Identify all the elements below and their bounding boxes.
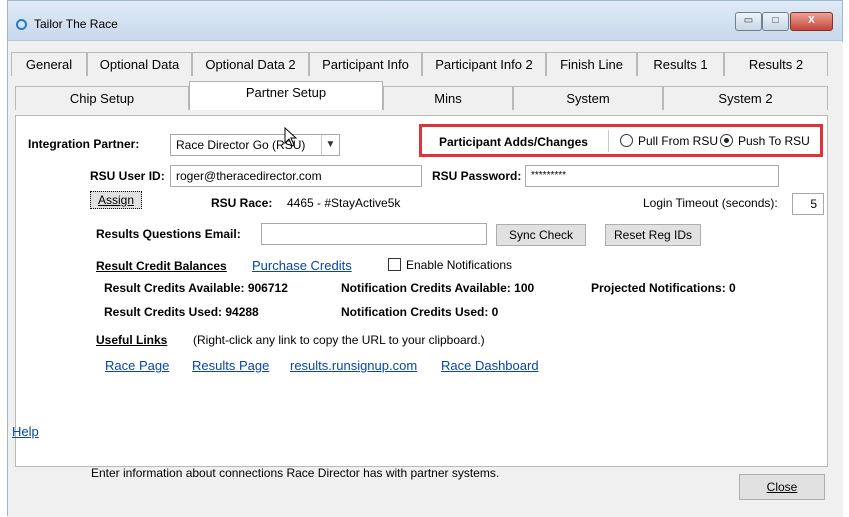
app-window: Tailor The Race ▭ □ X General Optional D… (7, 0, 843, 517)
tab-general[interactable]: General (11, 52, 87, 76)
tab-optional-data-2[interactable]: Optional Data 2 (192, 52, 309, 76)
pull-from-rsu-radio[interactable] (620, 134, 633, 147)
race-dashboard-link[interactable]: Race Dashboard (441, 358, 539, 373)
results-questions-email-label: Results Questions Email: (96, 227, 241, 241)
notification-credits-used: Notification Credits Used: 0 (341, 305, 499, 319)
enable-notifications-checkbox[interactable] (388, 258, 401, 271)
rsu-user-id-field[interactable]: roger@theracedirector.com (170, 165, 422, 187)
pull-from-rsu-label[interactable]: Pull From RSU (638, 134, 718, 148)
sync-check-button[interactable]: Sync Check (496, 224, 586, 246)
tab-participant-info-2[interactable]: Participant Info 2 (422, 52, 546, 76)
tab-participant-info[interactable]: Participant Info (309, 52, 422, 76)
results-questions-email-field[interactable] (261, 223, 487, 245)
rsu-race-value: 4465 - #StayActive5k (287, 196, 401, 210)
close-button[interactable]: Close (739, 474, 825, 500)
tab-system-2[interactable]: System 2 (663, 86, 828, 110)
tab-results-2[interactable]: Results 2 (724, 52, 828, 76)
tab-optional-data[interactable]: Optional Data (87, 52, 192, 76)
rsu-race-label: RSU Race: (211, 196, 273, 210)
assign-button[interactable]: Assign (90, 191, 142, 209)
projected-notifications: Projected Notifications: 0 (591, 281, 736, 295)
enable-notifications-label[interactable]: Enable Notifications (406, 258, 512, 272)
reset-reg-ids-button[interactable]: Reset Reg IDs (605, 224, 701, 246)
app-icon (16, 19, 27, 30)
chevron-down-icon[interactable]: ▼ (321, 135, 339, 155)
integration-partner-label: Integration Partner: (28, 137, 140, 151)
participant-adds-label: Participant Adds/Changes (439, 135, 588, 149)
minimize-button[interactable]: ▭ (735, 12, 762, 31)
login-timeout-label: Login Timeout (seconds): (643, 196, 778, 210)
results-runsignup-link[interactable]: results.runsignup.com (290, 358, 417, 373)
tab-results-1[interactable]: Results 1 (637, 52, 724, 76)
result-credit-balances-heading: Result Credit Balances (96, 259, 227, 273)
push-to-rsu-label[interactable]: Push To RSU (738, 134, 810, 148)
partner-setup-panel: Integration Partner: Race Director Go (R… (12, 115, 828, 467)
results-page-link[interactable]: Results Page (192, 358, 269, 373)
title-bar[interactable]: Tailor The Race ▭ □ X (8, 1, 842, 41)
tab-chip-setup[interactable]: Chip Setup (15, 86, 189, 110)
tab-system[interactable]: System (513, 86, 663, 110)
integration-partner-select[interactable]: Race Director Go (RSU) ▼ (170, 134, 340, 156)
rsu-password-field[interactable]: ********* (525, 165, 779, 187)
footer-description: Enter information about connections Race… (91, 466, 500, 480)
useful-links-hint: (Right-click any link to copy the URL to… (193, 333, 485, 347)
maximize-button[interactable]: □ (762, 12, 789, 31)
close-window-button[interactable]: X (790, 12, 833, 31)
divider (608, 130, 609, 152)
useful-links-heading: Useful Links (96, 333, 168, 347)
result-credits-available: Result Credits Available: 906712 (104, 281, 288, 295)
result-credits-used: Result Credits Used: 94288 (104, 305, 259, 319)
login-timeout-field[interactable]: 5 (792, 193, 824, 215)
rsu-password-label: RSU Password: (432, 169, 522, 183)
race-page-link[interactable]: Race Page (105, 358, 169, 373)
tab-finish-line[interactable]: Finish Line (546, 52, 637, 76)
notification-credits-available: Notification Credits Available: 100 (341, 281, 535, 295)
rsu-user-id-label: RSU User ID: (90, 169, 165, 183)
help-link[interactable]: Help (12, 424, 39, 439)
purchase-credits-link[interactable]: Purchase Credits (252, 258, 352, 273)
participant-adds-group: Participant Adds/Changes Pull From RSU P… (419, 124, 823, 157)
tab-mins[interactable]: Mins (383, 86, 513, 110)
dialog-content: General Optional Data Optional Data 2 Pa… (8, 42, 843, 517)
push-to-rsu-radio[interactable] (720, 134, 733, 147)
tab-partner-setup[interactable]: Partner Setup (189, 81, 383, 110)
mouse-cursor-icon (284, 127, 298, 147)
window-title: Tailor The Race (34, 17, 118, 31)
